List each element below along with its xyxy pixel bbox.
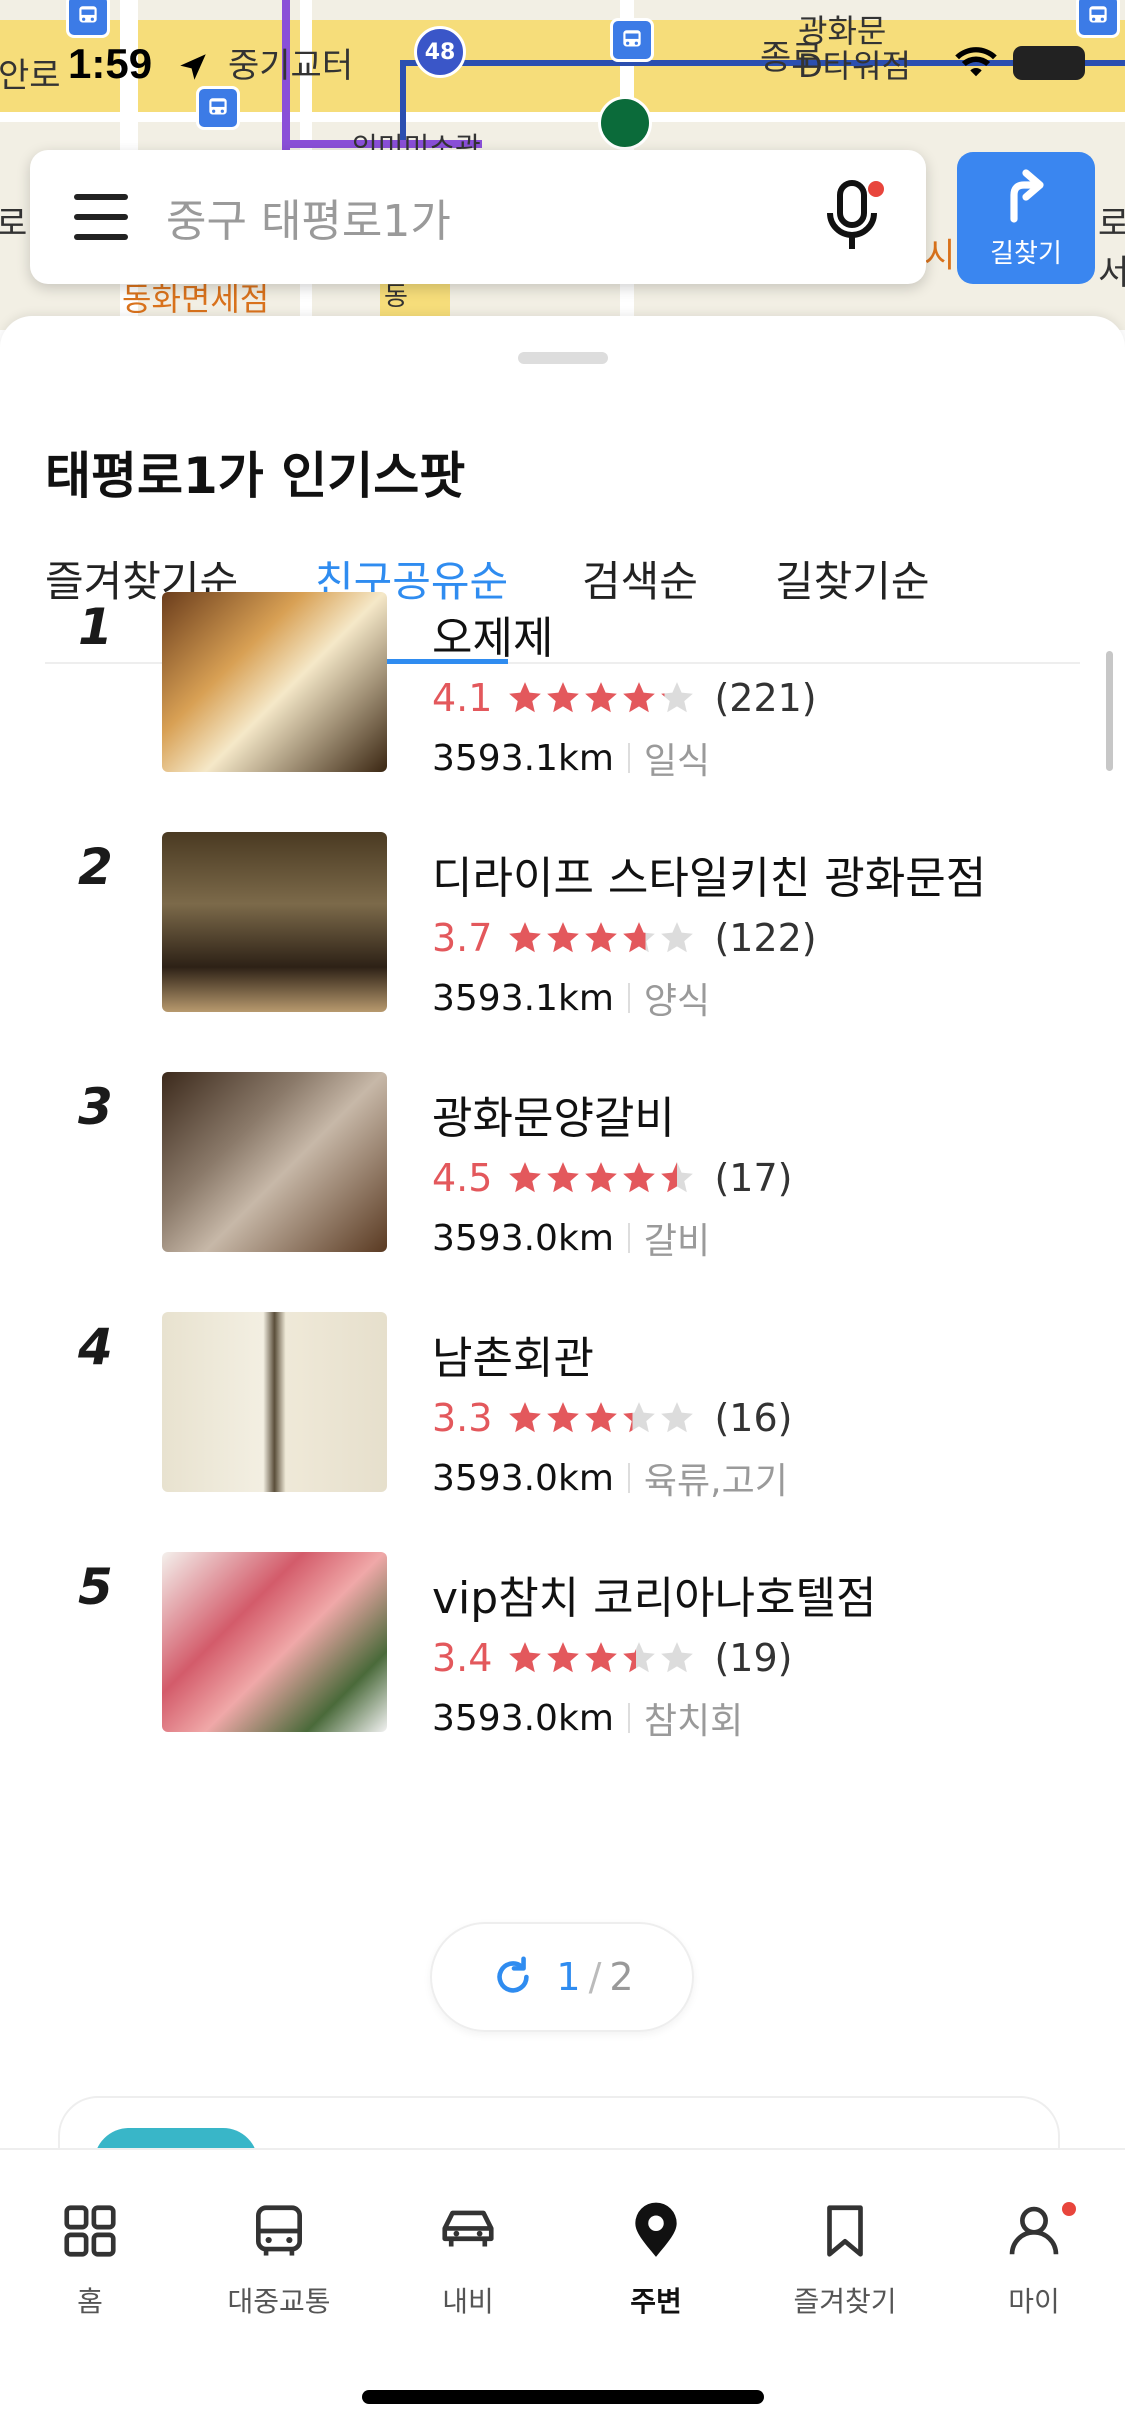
nav-label: 주변	[630, 2285, 682, 2318]
place-meta: 3593.0km 육류,고기	[432, 1452, 788, 1504]
meta-divider	[627, 1223, 630, 1253]
review-count: (16)	[714, 1396, 793, 1440]
star-icon	[623, 1642, 656, 1673]
pager-current: 1	[556, 1955, 581, 1999]
nav-home[interactable]: 홈	[0, 2200, 184, 2320]
place-distance: 3593.0km	[432, 1697, 614, 1739]
star-icon	[661, 1402, 694, 1433]
location-pin-icon	[635, 2202, 677, 2257]
nav-label: 홈	[77, 2285, 103, 2318]
nav-navigation[interactable]: 내비	[374, 2200, 562, 2320]
place-distance: 3593.0km	[432, 1457, 614, 1499]
star-icon	[509, 922, 542, 953]
star-icon	[509, 1642, 542, 1673]
rating-value: 3.3	[432, 1396, 493, 1440]
place-meta: 3593.0km 참치회	[432, 1692, 743, 1744]
meta-divider	[627, 1703, 630, 1733]
person-icon	[1009, 2206, 1059, 2255]
rating-stars	[506, 1159, 696, 1197]
place-category: 육류,고기	[643, 1461, 788, 1502]
star-icon	[585, 682, 618, 713]
star-icon	[623, 1162, 656, 1193]
nav-nearby[interactable]: 주변	[562, 2200, 750, 2320]
star-icon	[585, 1402, 618, 1433]
place-distance: 3593.0km	[432, 1217, 614, 1259]
place-category: 갈비	[643, 1221, 711, 1262]
place-rating: 3.3 (16)	[432, 1396, 792, 1440]
place-rank: 5	[78, 1558, 113, 1616]
notification-dot	[1062, 2202, 1076, 2216]
pager-total: 2	[609, 1955, 634, 1999]
place-meta: 3593.0km 갈비	[432, 1212, 710, 1264]
car-icon	[442, 2210, 494, 2247]
place-list-item[interactable]: 1 오제제 4.1 (221) 3593.1km 일식	[0, 14, 1125, 782]
place-rating: 3.4 (19)	[432, 1636, 792, 1680]
next-page-button[interactable]: 1 / 2	[430, 1922, 694, 2032]
place-name[interactable]: 남촌회관	[432, 1322, 594, 1386]
rating-stars	[506, 919, 696, 957]
place-category: 참치회	[643, 1701, 744, 1742]
star-icon	[509, 682, 542, 713]
rating-stars	[506, 679, 696, 717]
star-icon	[661, 1162, 694, 1193]
star-icon	[547, 1642, 580, 1673]
menu-photo[interactable]	[162, 1312, 387, 1492]
nav-transit[interactable]: 대중교통	[185, 2200, 373, 2320]
star-icon	[661, 922, 694, 953]
star-icon	[623, 922, 656, 953]
star-icon	[585, 1642, 618, 1673]
nav-label: 대중교통	[227, 2285, 331, 2318]
star-icon	[661, 1642, 694, 1673]
star-icon	[623, 682, 656, 713]
pager-separator: /	[588, 1955, 602, 1999]
bus-icon	[256, 2205, 302, 2256]
star-icon	[547, 1162, 580, 1193]
place-list-item[interactable]: 3 광화문양갈비 4.5 (17) 3593.0km 갈비	[0, 494, 1125, 1262]
star-icon	[585, 1162, 618, 1193]
star-icon	[509, 1402, 542, 1433]
place-name[interactable]: vip참치 코리아나호텔점	[432, 1562, 877, 1626]
rating-value: 3.4	[432, 1636, 493, 1680]
star-icon	[623, 1402, 656, 1433]
place-list-item[interactable]: 5 vip참치 코리아나호텔점 3.4 (19) 3593.0km 참치회	[0, 974, 1125, 1742]
rating-stars	[506, 1639, 696, 1677]
star-icon	[547, 682, 580, 713]
refresh-icon	[497, 1956, 530, 1993]
star-icon	[547, 922, 580, 953]
bookmark-icon	[827, 2205, 863, 2257]
bottom-sheet: 태평로1가 인기스팟 즐겨찾기순 친구공유순 검색순 길찾기순 1 오제제 4.1(…	[0, 316, 1125, 2436]
tuna-sashimi-photo[interactable]	[162, 1552, 387, 1732]
home-indicator	[362, 2390, 764, 2404]
grid-icon	[64, 2205, 116, 2257]
nav-label: 내비	[442, 2285, 494, 2318]
review-count: (19)	[714, 1636, 793, 1680]
nav-my[interactable]: 마이	[940, 2200, 1125, 2320]
nav-label: 마이	[1008, 2285, 1060, 2318]
nav-favorites[interactable]: 즐겨찾기	[751, 2200, 939, 2320]
star-icon	[509, 1162, 542, 1193]
place-list-item[interactable]: 2 디라이프 스타일키친 광화문점 3.7 (122) 3593.1km 양식	[0, 254, 1125, 1022]
place-list-item[interactable]: 4 남촌회관 3.3 (16) 3593.0km 육류,고기	[0, 734, 1125, 1502]
star-icon	[547, 1402, 580, 1433]
star-icon	[661, 682, 694, 713]
rating-stars	[506, 1399, 696, 1437]
meta-divider	[627, 1463, 630, 1493]
star-icon	[585, 922, 618, 953]
nav-label: 즐겨찾기	[793, 2285, 897, 2318]
place-rank: 4	[78, 1318, 113, 1376]
